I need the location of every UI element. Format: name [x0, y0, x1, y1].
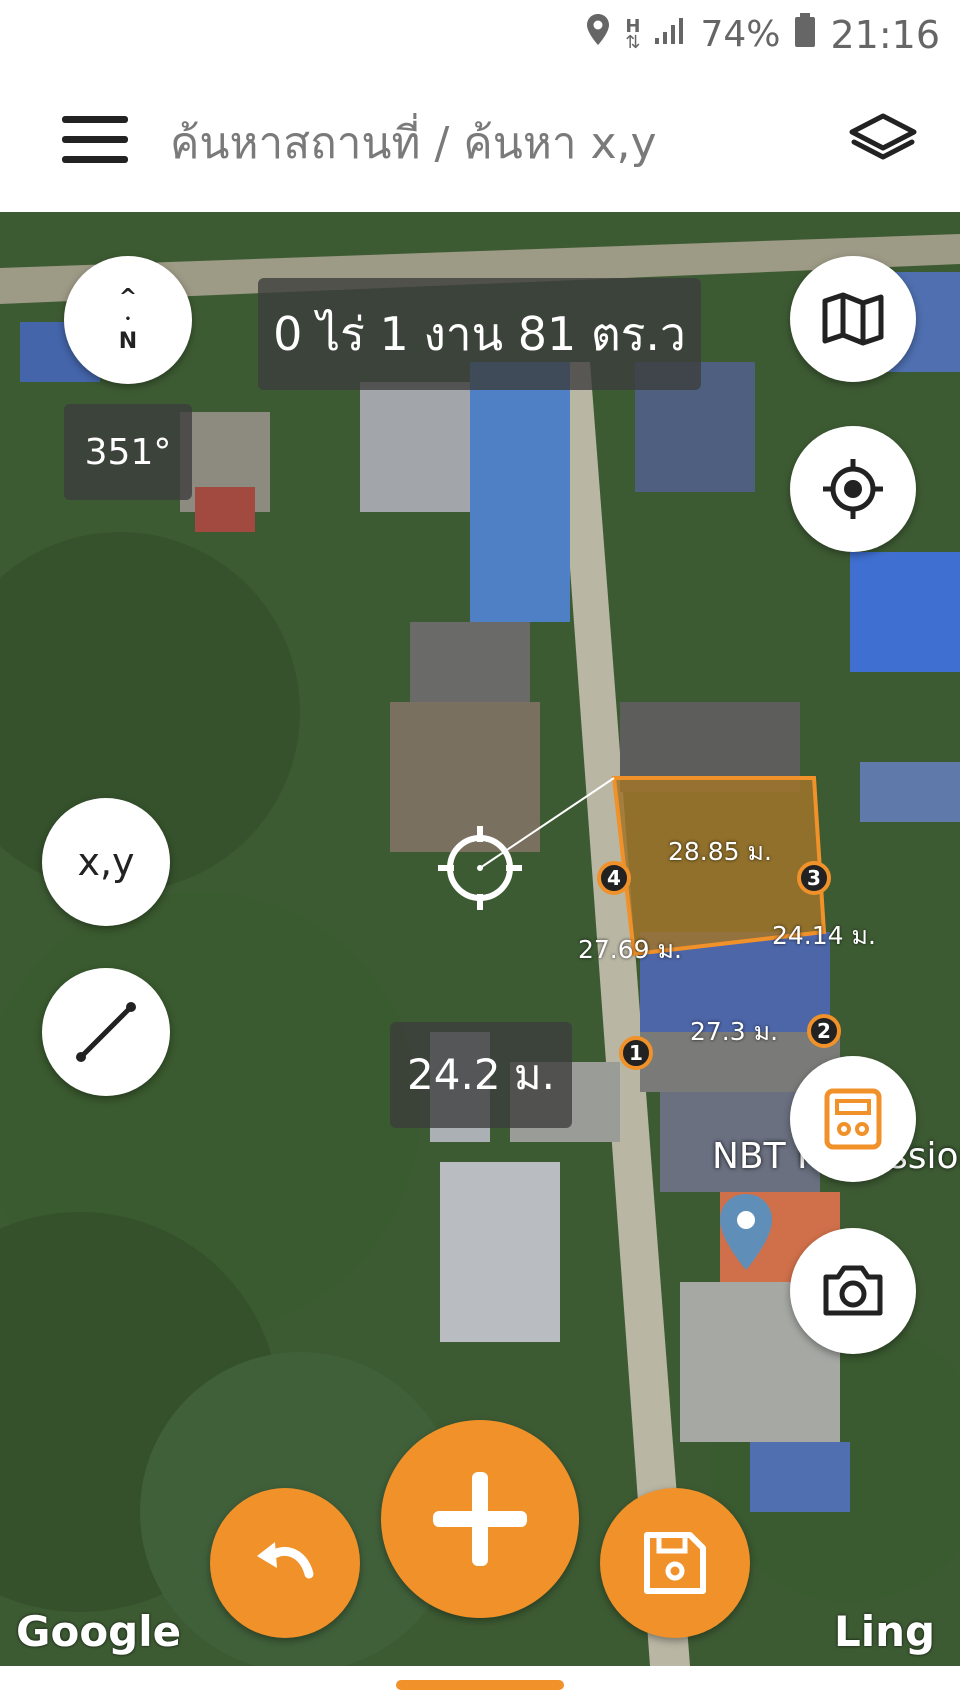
target-crosshair-icon	[432, 820, 528, 916]
crosshair-location-icon	[823, 459, 883, 519]
compass-icon: ^ • N	[118, 285, 138, 354]
home-indicator[interactable]	[396, 1680, 564, 1690]
google-logo: Google	[16, 1607, 182, 1656]
battery-percent: 74%	[700, 14, 781, 55]
layers-icon[interactable]	[848, 110, 918, 170]
camera-icon	[823, 1265, 883, 1316]
battery-icon	[794, 12, 816, 57]
status-icons: H ⇅ 74% 21:16	[585, 12, 940, 57]
signal-icon	[654, 14, 686, 55]
map-icon	[822, 292, 884, 346]
hamburger-menu-icon[interactable]	[62, 116, 128, 166]
calculator-icon	[824, 1088, 882, 1150]
bottom-bar	[0, 1666, 960, 1706]
plot-vertex[interactable]: 1	[619, 1036, 653, 1070]
xy-button[interactable]: x,y	[42, 798, 170, 926]
line-measure-icon	[76, 1002, 136, 1062]
undo-icon	[257, 1542, 314, 1579]
location-icon	[585, 13, 611, 56]
data-arrows-icon: H ⇅	[625, 15, 641, 53]
compass-arrow: ^	[118, 285, 138, 310]
plot-vertex[interactable]: 4	[597, 861, 631, 895]
edge-length-label: 24.14 ม.	[772, 921, 876, 950]
measure-line-button[interactable]	[42, 968, 170, 1096]
app-bar: ค้นหาสถานที่ / ค้นหา x,y	[0, 70, 960, 212]
plot-vertex[interactable]: 3	[797, 861, 831, 895]
undo-button[interactable]	[210, 1488, 360, 1638]
plus-icon	[433, 1472, 527, 1566]
my-location-button[interactable]	[790, 426, 916, 552]
edge-length-label: 27.69 ม.	[578, 935, 682, 964]
satellite-map[interactable]: 0 ไร่ 1 งาน 81 ตร.ว ^ • N 351° x,y 24.2 …	[0, 212, 960, 1666]
compass-button[interactable]: ^ • N	[64, 256, 192, 384]
xy-label: x,y	[77, 840, 135, 884]
clock: 21:16	[830, 12, 940, 57]
area-display: 0 ไร่ 1 งาน 81 ตร.ว	[258, 278, 701, 390]
watermark-label: Ling	[834, 1607, 936, 1656]
add-point-button[interactable]	[381, 1420, 579, 1618]
save-button[interactable]	[600, 1488, 750, 1638]
calculator-button[interactable]	[790, 1056, 916, 1182]
save-disk-icon	[644, 1532, 706, 1594]
camera-button[interactable]	[790, 1228, 916, 1354]
edge-length-label: 27.3 ม.	[690, 1017, 779, 1046]
plot-vertex[interactable]: 2	[807, 1014, 841, 1048]
bearing-display: 351°	[64, 404, 192, 500]
search-input[interactable]: ค้นหาสถานที่ / ค้นหา x,y	[170, 108, 657, 178]
edge-length-label: 28.85 ม.	[668, 837, 772, 866]
map-pin-icon[interactable]	[716, 1192, 776, 1272]
map-type-button[interactable]	[790, 256, 916, 382]
status-bar: H ⇅ 74% 21:16	[0, 0, 960, 70]
distance-display: 24.2 ม.	[390, 1022, 572, 1128]
compass-north-label: N	[118, 329, 138, 354]
